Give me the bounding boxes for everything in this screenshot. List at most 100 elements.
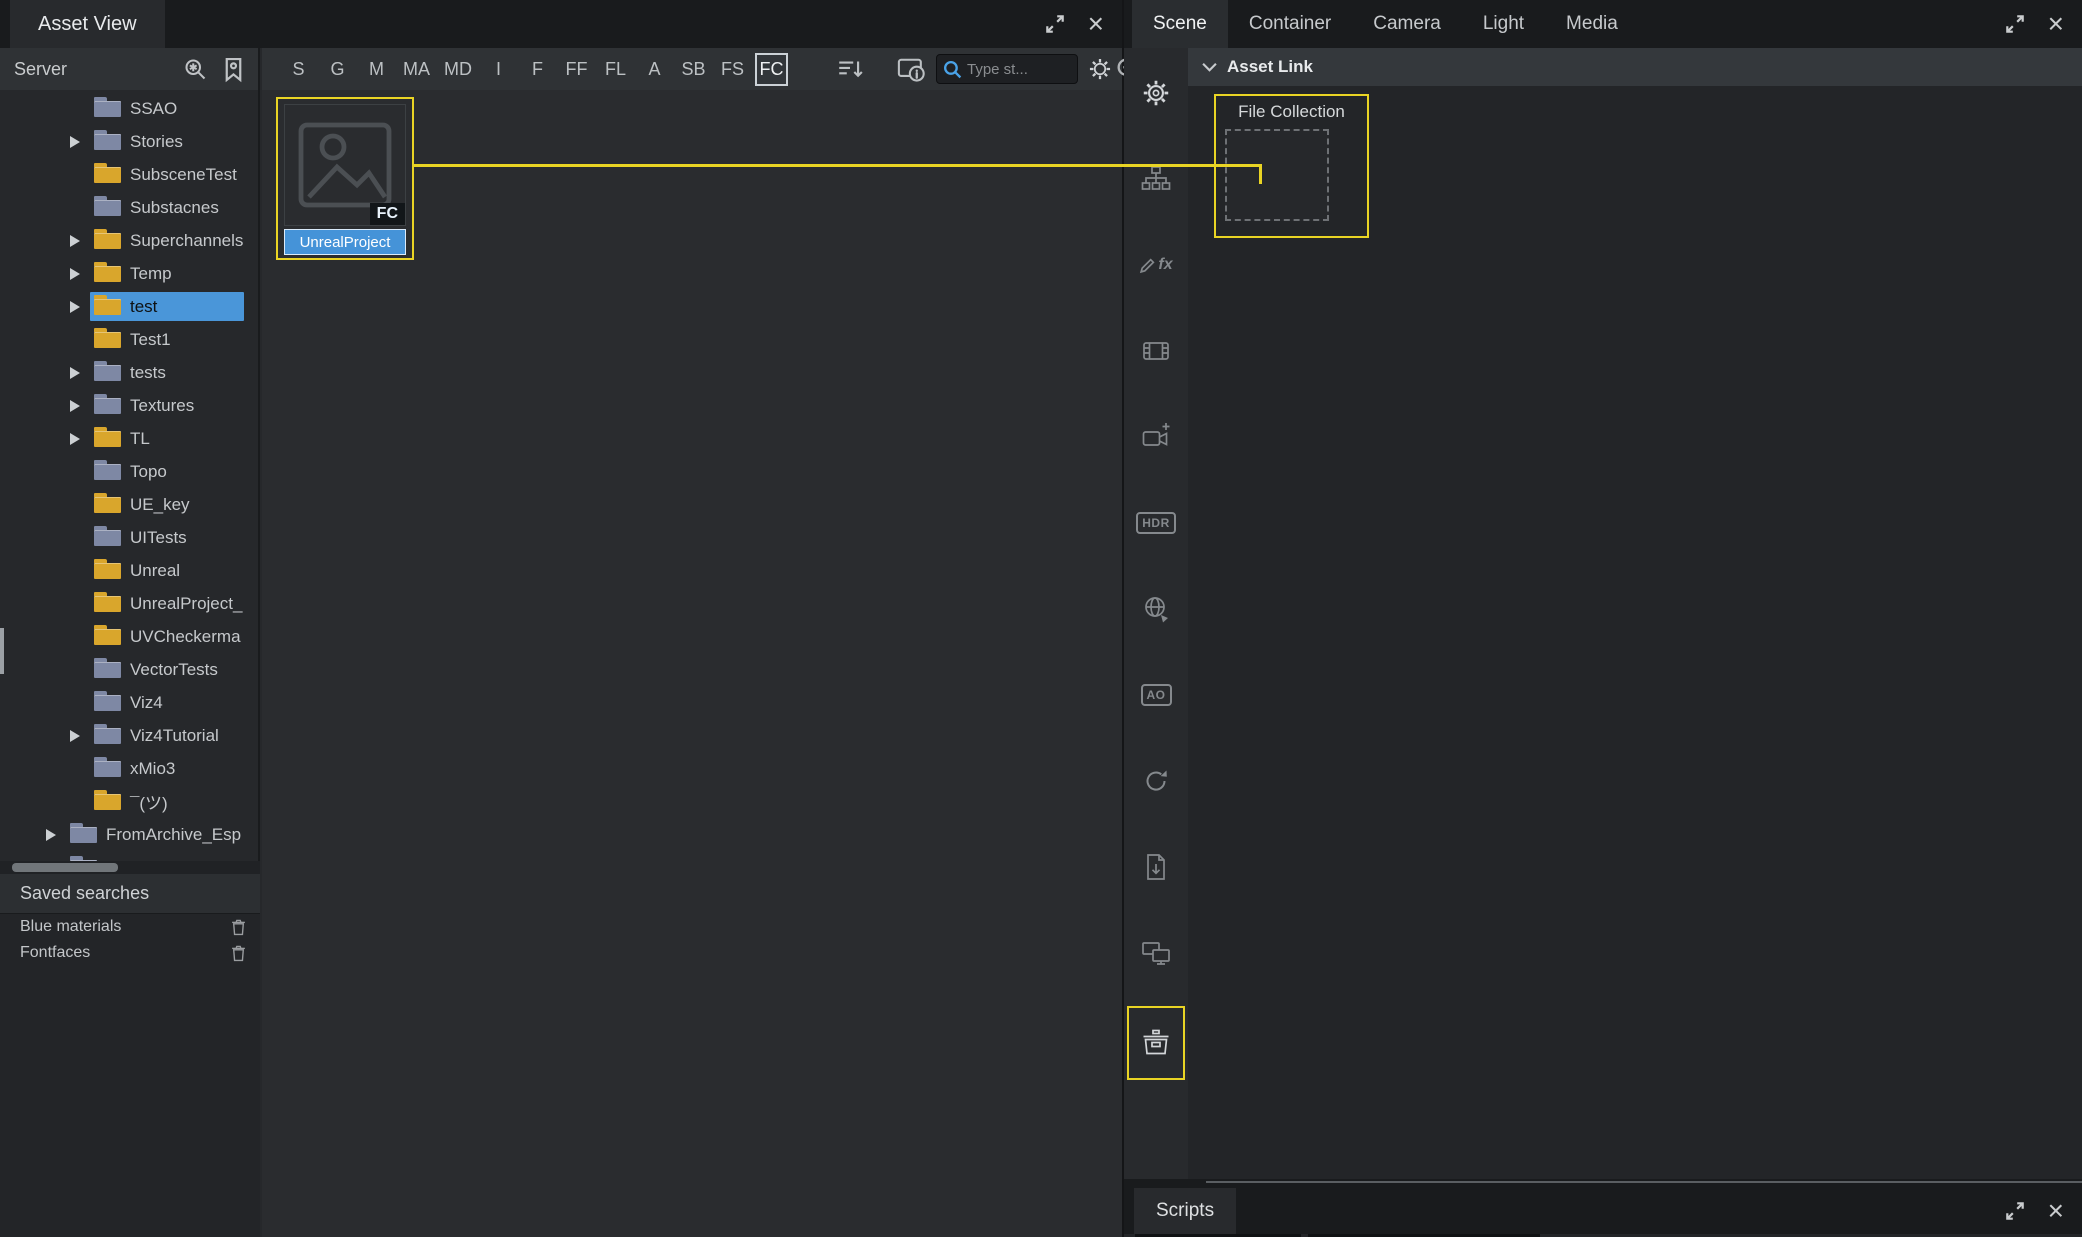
- filter-s-button[interactable]: S: [282, 53, 315, 86]
- tab-scene[interactable]: Scene: [1132, 0, 1228, 48]
- camera-icon[interactable]: [1137, 418, 1175, 456]
- filter-ff-button[interactable]: FF: [560, 53, 593, 86]
- maximize-icon[interactable]: [2004, 13, 2026, 35]
- hdr-icon[interactable]: HDR: [1137, 504, 1175, 542]
- tree-item-tests[interactable]: tests: [0, 356, 258, 389]
- asset-view-tab[interactable]: Asset View: [10, 0, 165, 48]
- tree-item-temp[interactable]: Temp: [0, 257, 258, 290]
- tab-container[interactable]: Container: [1228, 0, 1352, 48]
- tree-item-tl[interactable]: TL: [0, 422, 258, 455]
- tree-item-superchannels[interactable]: Superchannels: [0, 224, 258, 257]
- tree-item-vectortests[interactable]: VectorTests: [0, 653, 258, 686]
- filter-f-button[interactable]: F: [521, 53, 554, 86]
- tree-item-topo[interactable]: Topo: [0, 455, 258, 488]
- filter-fs-button[interactable]: FS: [716, 53, 749, 86]
- server-folder-tree: SSAOStoriesSubsceneTestSubstacnesSuperch…: [0, 90, 260, 861]
- tree-item-body: Topo: [90, 457, 244, 486]
- filter-fc-button[interactable]: FC: [755, 53, 788, 86]
- sort-icon[interactable]: [836, 56, 864, 82]
- asset-thumbnail: FC: [284, 104, 406, 226]
- expand-arrow-icon[interactable]: [70, 367, 90, 379]
- expand-arrow-icon[interactable]: [70, 433, 90, 445]
- filter-sb-button[interactable]: SB: [677, 53, 710, 86]
- tree-item-uvcheckerma[interactable]: UVCheckerma: [0, 620, 258, 653]
- tree-item-ue-key[interactable]: UE_key: [0, 488, 258, 521]
- tree-item-textures[interactable]: Textures: [0, 389, 258, 422]
- tree-item-viz4tutorial[interactable]: Viz4Tutorial: [0, 719, 258, 752]
- tree-item-label: Topo: [130, 462, 167, 482]
- folder-icon: [94, 266, 121, 282]
- edit-fx-icon[interactable]: fx: [1137, 246, 1175, 284]
- saved-search-label: Blue materials: [20, 918, 231, 936]
- tree-item-substacnes[interactable]: Substacnes: [0, 191, 258, 224]
- settings-gear-icon[interactable]: [1137, 74, 1175, 112]
- file-collection-icon[interactable]: [1137, 1024, 1175, 1062]
- search-options-gear-icon[interactable]: [1086, 55, 1114, 83]
- dual-display-icon[interactable]: [1137, 934, 1175, 972]
- asset-link-header[interactable]: Asset Link: [1188, 48, 2082, 86]
- scripts-panel-divider[interactable]: [1206, 1181, 2082, 1183]
- search-settings-icon[interactable]: [182, 56, 209, 83]
- scripts-tab[interactable]: Scripts: [1134, 1188, 1236, 1234]
- tree-item-viz4[interactable]: Viz4: [0, 686, 258, 719]
- script-import-icon[interactable]: [1137, 848, 1175, 886]
- asset-link-title: Asset Link: [1227, 57, 1313, 77]
- expand-arrow-icon[interactable]: [70, 400, 90, 412]
- tree-item-subscenetest[interactable]: SubsceneTest: [0, 158, 258, 191]
- expand-arrow-icon[interactable]: [70, 136, 90, 148]
- expand-arrow-icon[interactable]: [70, 730, 90, 742]
- folder-icon: [94, 299, 121, 315]
- tab-light[interactable]: Light: [1462, 0, 1545, 48]
- trash-icon[interactable]: [231, 945, 246, 962]
- expand-arrow-icon[interactable]: [70, 268, 90, 280]
- panel-splitter-handle[interactable]: [0, 628, 4, 674]
- tree-item-stories[interactable]: Stories: [0, 125, 258, 158]
- tree-item-ibrahim[interactable]: Ibrahim: [0, 851, 258, 861]
- saved-search-fontfaces[interactable]: Fontfaces: [0, 940, 260, 966]
- ambient-occlusion-icon[interactable]: AO: [1137, 676, 1175, 714]
- saved-search-blue-materials[interactable]: Blue materials: [0, 914, 260, 940]
- asset-tile-unrealproject[interactable]: FC UnrealProject: [276, 97, 414, 260]
- rotate-icon[interactable]: [1137, 762, 1175, 800]
- file-collection-dropzone[interactable]: [1225, 129, 1329, 221]
- close-icon[interactable]: ×: [2048, 1197, 2064, 1225]
- bookmark-icon[interactable]: [221, 56, 246, 83]
- asset-info-icon[interactable]: [896, 55, 926, 83]
- tree-item-uitests[interactable]: UITests: [0, 521, 258, 554]
- close-icon[interactable]: ×: [1088, 10, 1104, 38]
- scene-side-toolbar: fx HDR: [1124, 48, 1188, 1179]
- tree-item-ssao[interactable]: SSAO: [0, 92, 258, 125]
- tree-item-item[interactable]: ¯(ツ): [0, 785, 258, 818]
- tree-item-label: UITests: [130, 528, 187, 548]
- filter-ma-button[interactable]: MA: [399, 53, 434, 86]
- expand-arrow-icon[interactable]: [46, 829, 66, 841]
- world-globe-icon[interactable]: [1137, 590, 1175, 628]
- filter-g-button[interactable]: G: [321, 53, 354, 86]
- maximize-icon[interactable]: [1044, 13, 1066, 35]
- tree-item-label: VectorTests: [130, 660, 218, 680]
- tree-item-body: SubsceneTest: [90, 160, 244, 189]
- search-icon: [942, 59, 963, 80]
- media-clip-icon[interactable]: [1137, 332, 1175, 370]
- tree-item-test[interactable]: test: [0, 290, 258, 323]
- folder-icon: [94, 464, 121, 480]
- filter-i-button[interactable]: I: [482, 53, 515, 86]
- filter-fl-button[interactable]: FL: [599, 53, 632, 86]
- filter-md-button[interactable]: MD: [440, 53, 476, 86]
- maximize-icon[interactable]: [2004, 1200, 2026, 1222]
- tab-camera[interactable]: Camera: [1352, 0, 1462, 48]
- expand-arrow-icon[interactable]: [70, 235, 90, 247]
- trash-icon[interactable]: [231, 919, 246, 936]
- filter-a-button[interactable]: A: [638, 53, 671, 86]
- tree-item-test1[interactable]: Test1: [0, 323, 258, 356]
- tree-item-xmio3[interactable]: xMio3: [0, 752, 258, 785]
- horizontal-scrollbar-thumb[interactable]: [12, 863, 118, 872]
- filter-m-button[interactable]: M: [360, 53, 393, 86]
- close-icon[interactable]: ×: [2048, 10, 2064, 38]
- tree-item-unrealproject[interactable]: UnrealProject_: [0, 587, 258, 620]
- expand-arrow-icon[interactable]: [70, 301, 90, 313]
- tab-media[interactable]: Media: [1545, 0, 1639, 48]
- scene-tabbar: SceneContainerCameraLightMedia ×: [1124, 0, 2082, 48]
- tree-item-unreal[interactable]: Unreal: [0, 554, 258, 587]
- tree-item-fromarchive-esp[interactable]: FromArchive_Esp: [0, 818, 258, 851]
